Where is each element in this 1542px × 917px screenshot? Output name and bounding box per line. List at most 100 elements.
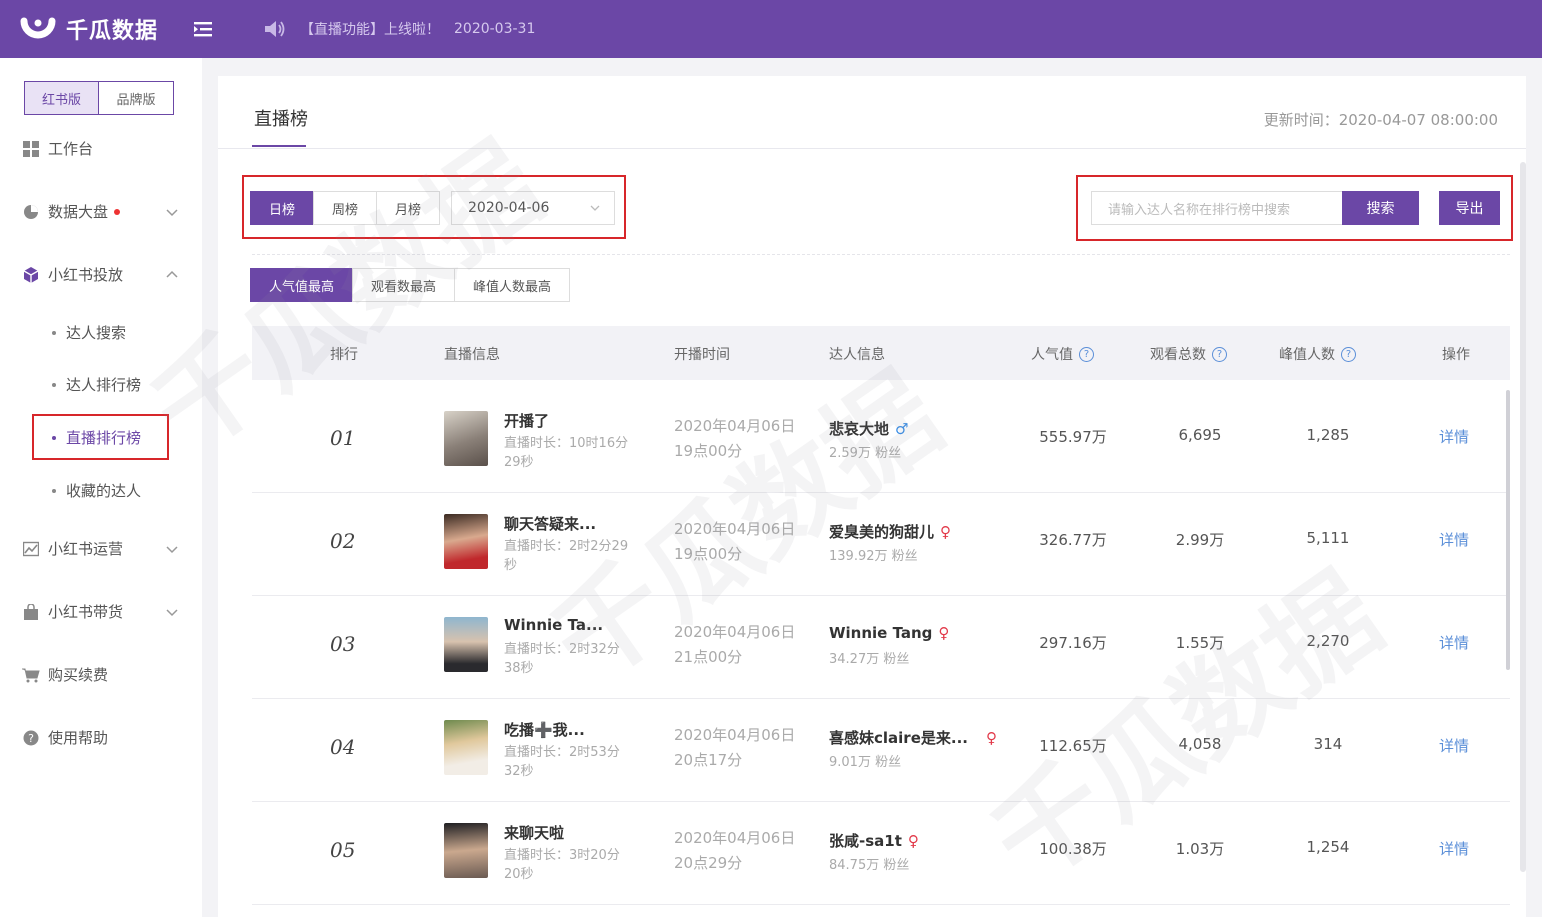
female-icon: ♀ xyxy=(938,624,950,642)
table-row: 05 来聊天啦 直播时长：3时20分20秒 2020年04月06日 20点29分 … xyxy=(252,802,1510,905)
talent-name[interactable]: 张咸-sa1t ♀ xyxy=(829,830,919,851)
detail-link[interactable]: 详情 xyxy=(1439,735,1469,756)
sidebar-item-label: 小红书运营 xyxy=(48,540,124,558)
start-time: 2020年04月06日 19点00分 xyxy=(674,417,796,460)
detail-link[interactable]: 详情 xyxy=(1439,632,1469,653)
tab-daily[interactable]: 日榜 xyxy=(250,191,315,225)
date-picker[interactable]: 2020-04-06 xyxy=(451,191,615,225)
live-title[interactable]: 开播了 xyxy=(504,410,549,431)
question-icon[interactable]: ? xyxy=(1079,346,1094,362)
talent-fans: 2.59万 粉丝 xyxy=(829,446,902,461)
cart-icon xyxy=(22,666,40,684)
live-title[interactable]: 来聊天啦 xyxy=(504,822,564,843)
sidebar-item-help[interactable]: ? 使用帮助 xyxy=(22,727,182,748)
rank-number: 05 xyxy=(330,838,356,862)
live-title[interactable]: Winnie Ta... xyxy=(504,616,603,634)
peak-value: 1,285 xyxy=(1306,426,1350,444)
header-talent-info: 达人信息 xyxy=(829,347,885,363)
sidebar-item-label: 工作台 xyxy=(48,140,94,158)
header-peak-viewers: 峰值人数 ? xyxy=(1279,344,1356,364)
notice-text[interactable]: 【直播功能】上线啦！ xyxy=(300,19,440,39)
period-tabs: 日榜 周榜 月榜 xyxy=(250,191,441,225)
sidebar-item-xhs-sales[interactable]: 小红书带货 xyxy=(22,601,182,622)
sidebar-sub-talent-ranking[interactable]: 达人排行榜 xyxy=(52,374,141,395)
menu-toggle-icon[interactable] xyxy=(192,18,214,40)
views-value: 2.99万 xyxy=(1175,531,1225,549)
sidebar-item-workbench[interactable]: 工作台 xyxy=(22,138,182,159)
main-card: 直播榜 更新时间：2020-04-07 08:00:00 日榜 周榜 月榜 20… xyxy=(218,76,1526,917)
peak-value: 5,111 xyxy=(1306,529,1350,547)
logo[interactable]: 千瓜数据 xyxy=(20,11,170,47)
live-cover-thumbnail[interactable] xyxy=(444,823,488,878)
divider xyxy=(218,148,1526,149)
dashed-divider xyxy=(252,254,1510,255)
sidebar-item-data-dashboard[interactable]: 数据大盘 xyxy=(22,201,182,222)
page-title[interactable]: 直播榜 xyxy=(254,105,308,131)
live-cover-thumbnail[interactable] xyxy=(444,617,488,672)
popularity-value: 100.38万 xyxy=(1039,840,1107,858)
detail-link[interactable]: 详情 xyxy=(1439,529,1469,550)
table-row: 04 吃播➕我... 直播时长：2时53分32秒 2020年04月06日 20点1… xyxy=(252,699,1510,802)
views-value: 6,695 xyxy=(1178,426,1222,444)
tab-monthly[interactable]: 月榜 xyxy=(376,191,441,225)
tab-sort-peak[interactable]: 峰值人数最高 xyxy=(454,268,571,302)
header-live-info: 直播信息 xyxy=(444,347,500,363)
talent-name[interactable]: 喜感妹claire是来... ♀ xyxy=(829,727,997,748)
talent-name[interactable]: Winnie Tang ♀ xyxy=(829,624,949,642)
question-icon[interactable]: ? xyxy=(1341,346,1356,362)
sidebar-item-xhs-operation[interactable]: 小红书运营 xyxy=(22,538,182,559)
tab-sort-views[interactable]: 观看数最高 xyxy=(352,268,456,302)
sidebar: 红书版 品牌版 工作台 数据大盘 小红书投放 达人搜索 达人排行榜 直播排行榜 … xyxy=(0,58,202,917)
cube-icon xyxy=(22,266,40,284)
popularity-value: 297.16万 xyxy=(1039,634,1107,652)
sidebar-sub-talent-search[interactable]: 达人搜索 xyxy=(52,322,126,343)
tab-weekly[interactable]: 周榜 xyxy=(313,191,378,225)
sidebar-item-label: 小红书带货 xyxy=(48,603,124,621)
version-tab-brand[interactable]: 品牌版 xyxy=(99,82,173,114)
search-input[interactable]: 请输入达人名称在排行榜中搜索 xyxy=(1091,191,1343,225)
rank-number: 03 xyxy=(330,632,356,656)
live-cover-thumbnail[interactable] xyxy=(444,411,488,466)
live-duration: 直播时长：2时2分29秒 xyxy=(504,539,629,573)
female-icon: ♀ xyxy=(940,522,952,541)
version-tab-red[interactable]: 红书版 xyxy=(25,82,99,114)
header-total-views: 观看总数 ? xyxy=(1150,344,1227,364)
detail-link[interactable]: 详情 xyxy=(1439,426,1469,447)
sidebar-item-label: 小红书投放 xyxy=(48,266,124,284)
table-row: 01 开播了 直播时长：10时16分29秒 2020年04月06日 19点00分 … xyxy=(252,390,1510,493)
start-time: 2020年04月06日 19点00分 xyxy=(674,520,796,563)
talent-name[interactable]: 悲哀大地 ♂ xyxy=(829,418,908,439)
sidebar-item-purchase[interactable]: 购买续费 xyxy=(22,664,182,685)
table-scroll-thumb[interactable] xyxy=(1506,390,1510,670)
image-chart-icon xyxy=(22,540,40,558)
sidebar-sub-live-ranking[interactable]: 直播排行榜 xyxy=(52,427,141,448)
live-cover-thumbnail[interactable] xyxy=(444,720,488,775)
views-value: 1.03万 xyxy=(1175,840,1225,858)
start-time: 2020年04月06日 21点00分 xyxy=(674,623,796,666)
page-scrollbar[interactable] xyxy=(1520,162,1526,872)
table-header: 排行 直播信息 开播时间 达人信息 人气值 ? 观看总数 ? 峰值人数 ? 操作 xyxy=(252,326,1510,380)
tab-sort-popularity[interactable]: 人气值最高 xyxy=(250,268,354,302)
popularity-value: 326.77万 xyxy=(1039,531,1107,549)
popularity-value: 112.65万 xyxy=(1039,737,1107,755)
talent-name[interactable]: 爱臭美的狗甜儿 ♀ xyxy=(829,521,951,542)
export-button[interactable]: 导出 xyxy=(1439,191,1500,225)
chevron-down-icon xyxy=(166,608,178,616)
detail-link[interactable]: 详情 xyxy=(1439,838,1469,859)
question-icon[interactable]: ? xyxy=(1212,346,1227,362)
sidebar-item-xhs-delivery[interactable]: 小红书投放 xyxy=(22,264,182,285)
peak-value: 2,270 xyxy=(1306,632,1350,650)
version-switch: 红书版 品牌版 xyxy=(24,81,174,115)
sidebar-sub-favorite-talents[interactable]: 收藏的达人 xyxy=(52,480,141,501)
update-time: 更新时间：2020-04-07 08:00:00 xyxy=(1263,111,1498,129)
live-title[interactable]: 聊天答疑来... xyxy=(504,513,596,534)
chevron-down-icon xyxy=(166,545,178,553)
search-button[interactable]: 搜索 xyxy=(1342,191,1419,225)
title-underline xyxy=(252,145,306,147)
sidebar-item-label: 购买续费 xyxy=(48,666,109,684)
header-rank: 排行 xyxy=(330,347,358,363)
live-title[interactable]: 吃播➕我... xyxy=(504,719,585,740)
header-start-time: 开播时间 xyxy=(674,347,730,363)
live-cover-thumbnail[interactable] xyxy=(444,514,488,569)
live-duration: 直播时长：2时53分32秒 xyxy=(504,745,620,779)
